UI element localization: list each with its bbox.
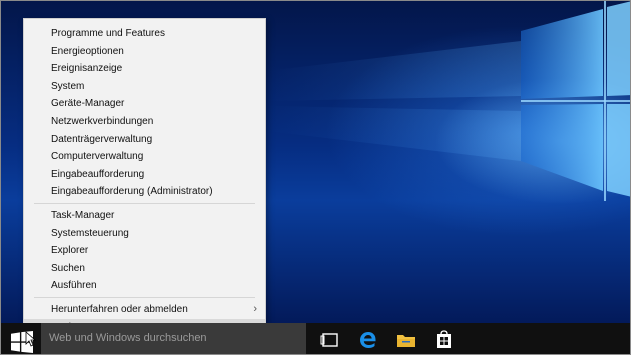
menu-item-ereignisanzeige[interactable]: Ereignisanzeige bbox=[24, 60, 265, 77]
menu-item-systemsteuerung[interactable]: Systemsteuerung bbox=[24, 225, 265, 242]
menu-item-datentraegerverwaltung[interactable]: Datenträgerverwaltung bbox=[24, 131, 265, 148]
mouse-cursor-icon bbox=[25, 331, 37, 347]
menu-item-geraete-manager[interactable]: Geräte-Manager bbox=[24, 95, 265, 112]
store-icon[interactable] bbox=[433, 329, 455, 351]
menu-item-label: Herunterfahren oder abmelden bbox=[51, 304, 188, 315]
edge-icon[interactable] bbox=[357, 329, 379, 351]
menu-item-label: Explorer bbox=[51, 245, 89, 257]
menu-item-eingabeaufforderung-administrator[interactable]: Eingabeaufforderung (Administrator) bbox=[24, 183, 265, 200]
chevron-right-icon: › bbox=[253, 303, 257, 315]
menu-item-ausfuehren[interactable]: Ausführen bbox=[24, 277, 265, 294]
menu-item-netzwerkverbindungen[interactable]: Netzwerkverbindungen bbox=[24, 113, 265, 130]
search-box[interactable]: Web und Windows durchsuchen bbox=[41, 323, 306, 354]
menu-item-computerverwaltung[interactable]: Computerverwaltung bbox=[24, 148, 265, 165]
winx-context-menu: Programme und Features Energieoptionen Ere… bbox=[23, 18, 266, 338]
menu-item-system[interactable]: System bbox=[24, 78, 265, 95]
menu-item-energieoptionen[interactable]: Energieoptionen bbox=[24, 43, 265, 60]
menu-item-label: Eingabeaufforderung (Administrator) bbox=[51, 186, 213, 198]
menu-item-label: Ereignisanzeige bbox=[51, 63, 123, 75]
menu-separator bbox=[34, 203, 255, 204]
task-view-icon[interactable] bbox=[319, 329, 341, 351]
menu-item-label: Netzwerkverbindungen bbox=[51, 116, 154, 127]
menu-item-explorer[interactable]: Explorer bbox=[24, 242, 265, 259]
menu-item-suchen[interactable]: Suchen bbox=[24, 260, 265, 277]
menu-item-eingabeaufforderung[interactable]: Eingabeaufforderung bbox=[24, 166, 265, 183]
menu-item-label: Programme und Features bbox=[51, 28, 165, 39]
taskbar: Web und Windows durchsuchen bbox=[1, 323, 630, 354]
menu-item-label: Geräte-Manager bbox=[51, 98, 125, 110]
menu-item-task-manager[interactable]: Task-Manager bbox=[24, 207, 265, 224]
menu-item-label: Computerverwaltung bbox=[51, 151, 144, 163]
search-placeholder: Web und Windows durchsuchen bbox=[49, 332, 207, 344]
file-explorer-icon[interactable] bbox=[395, 329, 417, 351]
menu-item-herunterfahren-oder-abmelden[interactable]: Herunterfahren oder abmelden › bbox=[24, 301, 265, 318]
menu-item-label: Datenträgerverwaltung bbox=[51, 133, 153, 145]
menu-separator bbox=[34, 297, 255, 298]
menu-item-label: Eingabeaufforderung bbox=[51, 168, 145, 180]
desktop-screen: Programme und Features Energieoptionen Ere… bbox=[0, 0, 631, 355]
menu-item-label: Ausführen bbox=[51, 280, 97, 292]
menu-item-programme-und-features[interactable]: Programme und Features bbox=[24, 25, 265, 42]
menu-item-label: Energieoptionen bbox=[51, 45, 124, 57]
menu-item-label: System bbox=[51, 80, 85, 92]
menu-item-label: Task-Manager bbox=[51, 210, 115, 221]
menu-item-label: Systemsteuerung bbox=[51, 227, 129, 239]
menu-item-label: Suchen bbox=[51, 262, 85, 274]
